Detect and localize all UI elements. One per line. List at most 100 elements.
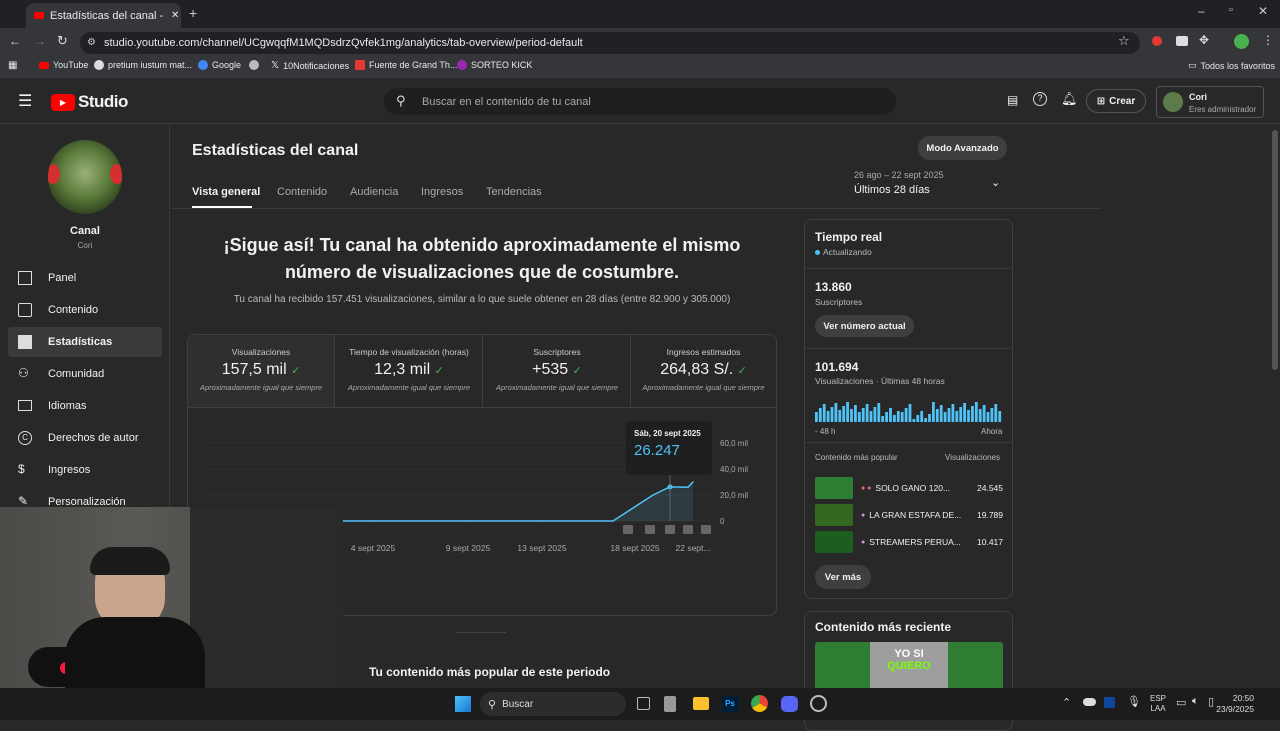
realtime-bar [861, 408, 865, 422]
new-tab-icon[interactable]: + [189, 5, 197, 21]
tab-trends[interactable]: Tendencias [486, 186, 542, 198]
sidebar-item-languages[interactable]: Idiomas [8, 391, 162, 421]
account-switcher[interactable]: Cori Eres administrador [1156, 86, 1264, 118]
extension-icon[interactable] [1176, 36, 1188, 46]
close-window-icon[interactable]: ✕ [1258, 4, 1268, 18]
rt-divider [805, 268, 1012, 269]
dollar-icon: $ [18, 462, 25, 476]
realtime-bar [990, 408, 994, 422]
realtime-bar [889, 408, 892, 422]
metric-revenue[interactable]: Ingresos estimados 264,83 S/. ✓ Aproxima… [631, 335, 776, 407]
discord-icon[interactable] [781, 696, 798, 712]
windows-start-icon[interactable] [455, 696, 471, 712]
feedback-icon[interactable]: ▤ [1007, 93, 1018, 107]
recent-video-thumbnail[interactable]: YO SI QUIERO [815, 642, 1003, 692]
metric-subscribers[interactable]: Suscriptores +535 ✓ Aproximadamente igua… [484, 335, 631, 407]
onedrive-icon[interactable] [1083, 698, 1096, 706]
list-item[interactable]: ● LA GRAN ESTAFA DE... 19.789 [815, 504, 1003, 526]
network-icon[interactable]: ▭ [1176, 696, 1186, 709]
youtube-icon [39, 61, 49, 69]
file-explorer-icon[interactable] [693, 697, 709, 710]
bookmark-youtube[interactable]: YouTube [39, 60, 88, 70]
reload-icon[interactable]: ↻ [57, 33, 68, 49]
bookmark-star-icon[interactable]: ☆ [1118, 33, 1130, 49]
extensions-puzzle-icon[interactable]: ✥ [1199, 33, 1209, 47]
data-point [692, 481, 694, 483]
menu-icon[interactable]: ⋮ [1262, 33, 1274, 47]
bookmark-pretium[interactable]: pretium iustum mat... [94, 60, 192, 70]
rt-subscribers-label: Suscriptores [815, 297, 863, 307]
language-indicator[interactable]: ESP LAA [1150, 694, 1166, 714]
url-field[interactable]: ⚙ studio.youtube.com/channel/UCgwqqfM1MQ… [80, 32, 1140, 54]
realtime-bar [830, 407, 834, 422]
advanced-mode-button[interactable]: Modo Avanzado [918, 136, 1007, 160]
apps-icon[interactable]: ▦ [8, 60, 17, 71]
maximize-icon[interactable]: ▫ [1229, 4, 1233, 16]
sidebar-item-community[interactable]: ⚇ Comunidad [8, 359, 162, 389]
back-icon[interactable]: ← [9, 34, 21, 48]
minimize-icon[interactable]: – [1198, 4, 1205, 18]
see-actual-count-button[interactable]: Ver número actual [815, 315, 914, 337]
taskbar-search[interactable]: ⚲ Buscar [480, 692, 626, 716]
video-marker [665, 525, 675, 534]
rt-axis-right: Ahora [981, 427, 1003, 436]
metric-watch-time[interactable]: Tiempo de visualización (horas) 12,3 mil… [336, 335, 483, 407]
scrollbar[interactable] [1272, 130, 1278, 370]
close-icon[interactable]: ✕ [171, 10, 179, 21]
realtime-bar [986, 412, 990, 422]
app-icon[interactable] [664, 696, 676, 712]
person [65, 547, 205, 688]
data-point [541, 520, 543, 522]
all-bookmarks[interactable]: ▭ Todos los favoritos [1188, 60, 1275, 71]
notifications-icon[interactable]: 🔔︎ [1061, 91, 1078, 107]
realtime-bar [908, 404, 912, 422]
sidebar-item-analytics[interactable]: Estadísticas [8, 327, 162, 357]
metric-views[interactable]: Visualizaciones 157,5 mil ✓ Aproximadame… [188, 335, 335, 407]
rt-axis-left: - 48 h [815, 427, 836, 436]
profile-avatar[interactable] [1234, 34, 1249, 49]
forward-icon[interactable]: → [34, 34, 46, 48]
tab-content[interactable]: Contenido [277, 186, 327, 198]
realtime-bar [873, 407, 877, 422]
bookmark-sorteo-kick[interactable]: SORTEO KICK [457, 60, 532, 70]
chevron-up-icon[interactable]: ⌃ [1062, 696, 1071, 709]
tab-title: Estadísticas del canal - YouTube [50, 9, 165, 22]
realtime-bar [846, 402, 849, 422]
realtime-bar-chart[interactable] [815, 396, 1003, 422]
create-video-icon: ⊞ [1096, 95, 1106, 107]
date-range-selector[interactable]: 26 ago – 22 sept 2025 Últimos 28 días ⌄ [854, 170, 1004, 198]
bookmark-notifications[interactable]: 𝕏 10Notificaciones [271, 60, 349, 71]
list-item[interactable]: ● STREAMERS PERUA... 10.417 [815, 531, 1003, 553]
realtime-bar [904, 408, 908, 422]
hamburger-menu-icon[interactable]: ☰ [18, 91, 32, 111]
list-item[interactable]: ● ● SOLO GANO 120... 24.545 [815, 477, 1003, 499]
channel-avatar[interactable] [48, 140, 122, 214]
bookmark-google[interactable]: Google [198, 60, 241, 70]
extension-icon[interactable] [1152, 36, 1162, 46]
bookmark-unnamed[interactable] [249, 60, 259, 70]
clock[interactable]: 20:50 23/9/2025 [1212, 693, 1254, 715]
volume-icon[interactable]: 🔈︎ [1192, 695, 1199, 708]
tab-audience[interactable]: Audiencia [350, 186, 398, 198]
search-input[interactable]: ⚲ Buscar en el contenido de tu canal [384, 88, 896, 115]
see-more-button[interactable]: Ver más [815, 565, 871, 589]
create-button[interactable]: ⊞ Crear [1086, 89, 1146, 113]
bookmark-gta-font[interactable]: Fuente de Grand Th... [355, 60, 457, 70]
help-icon[interactable]: ? [1033, 92, 1047, 106]
sidebar-item-content[interactable]: Contenido [8, 295, 162, 325]
tab-overview[interactable]: Vista general [192, 186, 260, 198]
sidebar-item-copyright[interactable]: C Derechos de autor [8, 423, 162, 453]
app-icon[interactable] [810, 695, 827, 712]
browser-tab[interactable]: Estadísticas del canal - YouTube ✕ [26, 3, 181, 28]
photoshop-icon[interactable]: Ps [722, 696, 738, 712]
sidebar-item-earn[interactable]: $ Ingresos [8, 455, 162, 485]
studio-logo[interactable]: ▶ Studio [51, 92, 128, 112]
realtime-bar [900, 412, 904, 422]
live-dot-icon [815, 249, 820, 255]
sidebar-item-panel[interactable]: Panel [8, 263, 162, 293]
chrome-icon[interactable] [751, 695, 768, 712]
tab-revenue[interactable]: Ingresos [421, 186, 463, 198]
microphone-icon[interactable]: 🎙︎ [1127, 695, 1141, 708]
task-view-icon[interactable] [637, 697, 650, 710]
tray-icon[interactable] [1104, 697, 1115, 708]
